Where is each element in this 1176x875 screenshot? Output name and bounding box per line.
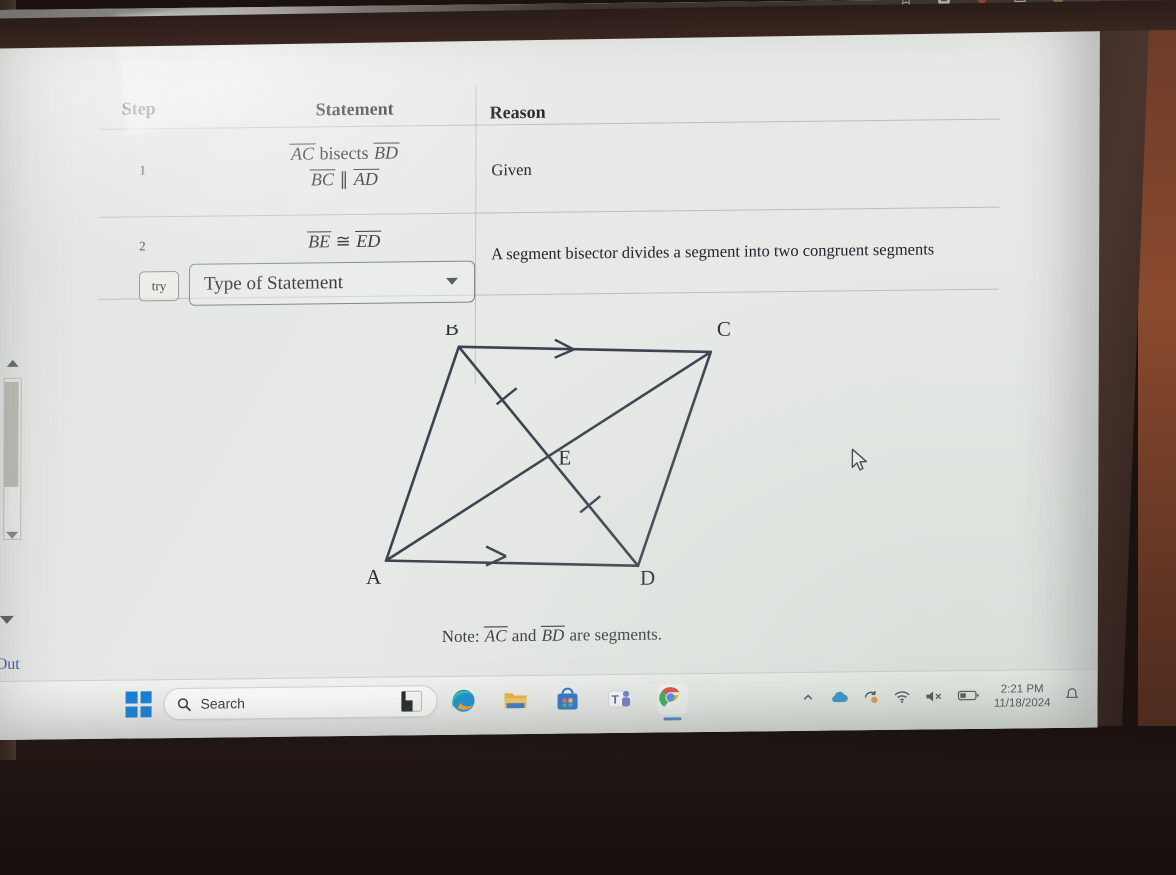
segment-label: BD bbox=[372, 142, 400, 163]
battery-icon[interactable] bbox=[958, 689, 980, 705]
active-app-indicator bbox=[663, 717, 682, 721]
segment-label: BC bbox=[309, 169, 335, 190]
segment-BC bbox=[457, 345, 713, 354]
statement-line: BE ≅ ED bbox=[219, 230, 469, 254]
table-row: 1 AC bisects BD BC ∥ AD Given bbox=[99, 125, 999, 215]
note-segment-2: BD bbox=[540, 625, 566, 645]
statement-connector: bisects bbox=[319, 142, 369, 164]
column-header-reason: Reason bbox=[489, 101, 546, 123]
search-input[interactable]: Search bbox=[163, 685, 438, 721]
task-view-icon[interactable] bbox=[398, 687, 428, 717]
taskbar-apps: T bbox=[398, 684, 688, 721]
statement-type-select-value: Type of Statement bbox=[203, 272, 344, 295]
microsoft-teams-icon[interactable]: T bbox=[606, 685, 636, 715]
microsoft-edge-icon[interactable] bbox=[450, 687, 480, 717]
page-scrollbar[interactable] bbox=[3, 359, 24, 580]
chevron-up-icon[interactable] bbox=[802, 691, 815, 707]
note-segment-1: AC bbox=[483, 626, 508, 646]
statement-connector: ≅ bbox=[335, 231, 351, 252]
logout-link-partial[interactable]: Out bbox=[0, 656, 20, 674]
segment-label: ED bbox=[355, 230, 382, 251]
statement-line: BC ∥ AD bbox=[219, 168, 469, 192]
file-explorer-icon[interactable] bbox=[502, 686, 532, 716]
try-button[interactable]: try bbox=[138, 270, 180, 302]
chevron-down-icon[interactable] bbox=[0, 615, 14, 625]
onedrive-cloud-icon[interactable] bbox=[829, 690, 849, 707]
statement-connector: ∥ bbox=[339, 169, 349, 190]
desk-surface bbox=[0, 760, 1176, 875]
parallelogram-diagram: B C A D E bbox=[366, 316, 731, 590]
geometry-figure: B C A D E bbox=[358, 316, 779, 616]
vertex-label-D: D bbox=[640, 566, 655, 590]
screen-content: Prove: △BEC ≅ △DEA. Step Statement Reaso… bbox=[0, 0, 1100, 741]
vertex-label-C: C bbox=[717, 321, 731, 341]
row-statement: BE ≅ ED bbox=[219, 225, 469, 259]
sync-status-icon[interactable] bbox=[863, 689, 880, 707]
taskbar-start-area: Search bbox=[125, 685, 438, 721]
segment-AC-diagonal bbox=[384, 350, 713, 562]
proof-table: Step Statement Reason 1 AC bisects BD BC… bbox=[98, 79, 1000, 385]
scrollbar-thumb[interactable] bbox=[4, 381, 19, 487]
wifi-icon[interactable] bbox=[894, 690, 911, 707]
microsoft-store-icon[interactable] bbox=[554, 685, 584, 715]
mouse-arrow-cursor bbox=[850, 448, 870, 479]
note-suffix: are segments. bbox=[569, 624, 663, 645]
note-prefix: Note: bbox=[441, 626, 480, 646]
row-statement: AC bisects BD BC ∥ AD bbox=[219, 137, 469, 197]
statement-type-select[interactable]: Type of Statement bbox=[188, 260, 476, 306]
photographed-monitor: Prove: △BEC ≅ △DEA. Step Statement Reaso… bbox=[0, 0, 1176, 875]
svg-text:T: T bbox=[612, 692, 620, 706]
note-conjunction: and bbox=[511, 625, 537, 646]
statement-line: AC bisects BD bbox=[219, 142, 469, 166]
volume-muted-icon[interactable] bbox=[925, 689, 944, 706]
taskbar-clock[interactable]: 2:21 PM 11/18/2024 bbox=[994, 682, 1051, 711]
clock-date: 11/18/2024 bbox=[993, 697, 1051, 711]
row-step-number: 1 bbox=[139, 162, 146, 178]
row-step-number: 2 bbox=[139, 238, 146, 254]
notification-bell-icon[interactable] bbox=[1065, 687, 1080, 706]
segment-label: AC bbox=[289, 143, 316, 164]
vertex-label-A: A bbox=[366, 565, 382, 589]
windows-taskbar: Search T 2:21 PM 11/18/2024 bbox=[0, 668, 1098, 741]
vertex-label-E: E bbox=[558, 446, 571, 470]
scroll-up-arrow-icon[interactable] bbox=[6, 359, 19, 367]
chevron-down-icon bbox=[446, 277, 459, 285]
column-header-statement: Statement bbox=[315, 98, 394, 120]
search-icon bbox=[177, 697, 191, 711]
segment-label: AD bbox=[352, 168, 379, 189]
search-label: Search bbox=[200, 695, 245, 712]
segment-BA bbox=[384, 345, 461, 562]
proof-page: Prove: △BEC ≅ △DEA. Step Statement Reaso… bbox=[0, 2, 1080, 673]
row-reason: A segment bisector divides a segment int… bbox=[491, 239, 935, 264]
segment-CD bbox=[636, 350, 713, 568]
vertex-label-B: B bbox=[445, 321, 459, 340]
google-chrome-icon[interactable] bbox=[657, 684, 688, 721]
segment-label: BE bbox=[307, 231, 332, 252]
segment-AD bbox=[384, 559, 640, 568]
system-tray: 2:21 PM 11/18/2024 bbox=[802, 682, 1080, 714]
windows-start-icon[interactable] bbox=[125, 691, 152, 718]
column-header-step: Step bbox=[121, 98, 156, 119]
clock-time: 2:21 PM bbox=[1000, 683, 1044, 696]
figure-note: Note: AC and BD are segments. bbox=[442, 624, 662, 647]
row-reason: Given bbox=[491, 159, 532, 180]
